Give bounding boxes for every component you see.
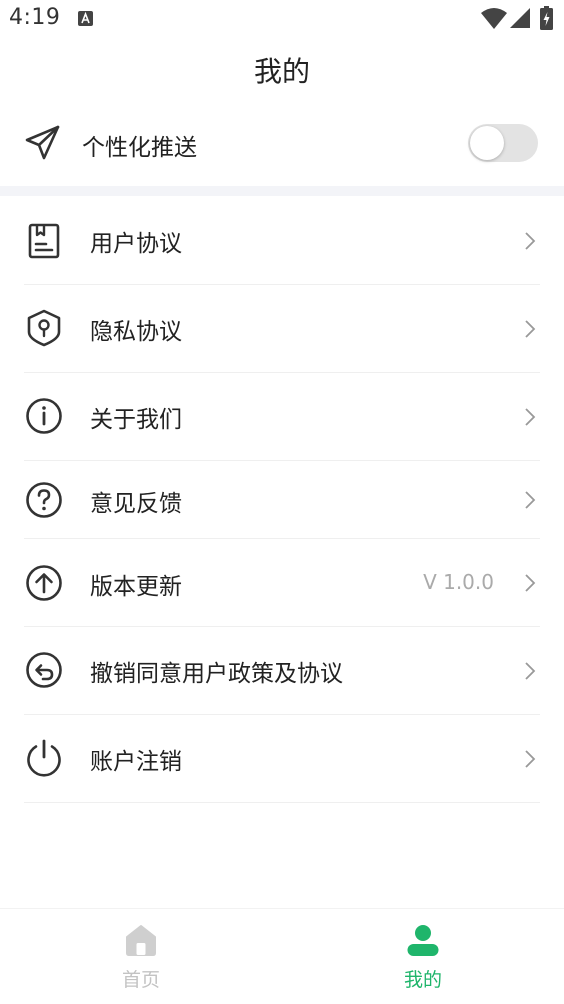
chevron-right-icon [525,232,536,250]
chevron-right-icon [525,662,536,680]
chevron-right-icon [525,408,536,426]
menu-item-privacy-agreement[interactable]: 隐私协议 [0,285,564,373]
screen: 4:19 我的 个性化推送 用户协议 隐私协议 关于我们 意见反馈 版本更新 V… [0,0,564,1004]
menu-item-about-us[interactable]: 关于我们 [0,373,564,461]
menu-item-user-agreement[interactable]: 用户协议 [0,196,564,285]
nav-tab-mine[interactable]: 我的 [363,909,483,1004]
question-icon [26,482,62,518]
menu-item-revoke-consent[interactable]: 撤销同意用户政策及协议 [0,627,564,715]
signal-icon [510,8,530,28]
menu-label: 隐私协议 [90,319,182,345]
status-time: 4:19 [9,5,61,30]
power-icon [27,739,61,777]
revoke-icon [26,652,62,688]
personalized-push-row: 个性化推送 [0,114,564,176]
nav-label-mine: 我的 [403,969,442,991]
push-label: 个性化推送 [82,135,197,161]
menu-label: 撤销同意用户政策及协议 [90,661,343,687]
menu-label: 版本更新 [90,574,182,600]
nav-label-home: 首页 [121,969,160,991]
push-toggle[interactable] [468,124,538,162]
info-icon [26,398,62,434]
chevron-right-icon [525,750,536,768]
menu-label: 关于我们 [90,407,182,433]
battery-charging-icon [540,6,553,30]
menu-label: 账户注销 [90,749,182,775]
upload-arrow-icon [26,565,62,601]
menu-item-version-update[interactable]: 版本更新 V 1.0.0 [0,539,564,627]
home-icon [126,925,156,956]
wifi-icon [481,8,507,29]
status-bar: 4:19 [0,0,564,38]
menu-item-delete-account[interactable]: 账户注销 [0,715,564,803]
send-icon [25,125,60,160]
menu-label: 意见反馈 [90,491,182,517]
document-icon [28,223,60,259]
notification-a-icon [78,11,93,26]
chevron-right-icon [525,320,536,338]
menu-label: 用户协议 [90,231,182,257]
toggle-knob [470,126,504,160]
page-title: 我的 [253,55,310,88]
bottom-nav: 首页 我的 [0,908,564,1004]
section-divider [0,186,564,196]
person-icon [407,925,439,956]
menu-item-feedback[interactable]: 意见反馈 [0,461,564,539]
chevron-right-icon [525,574,536,592]
version-value: V 1.0.0 [423,570,494,594]
nav-tab-home[interactable]: 首页 [81,909,201,1004]
chevron-right-icon [525,491,536,509]
shield-location-icon [27,309,61,347]
